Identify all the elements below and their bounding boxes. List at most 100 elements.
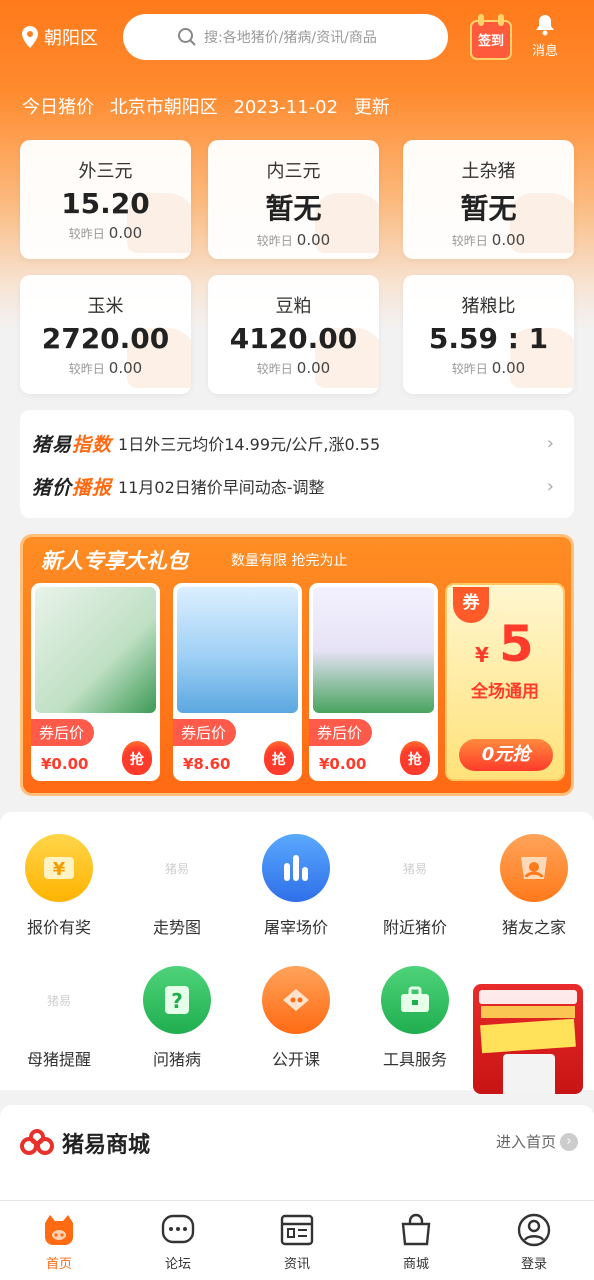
bag-icon xyxy=(401,1213,431,1246)
tab-forum[interactable]: 论坛 xyxy=(138,1213,218,1272)
grab-flame-button[interactable]: 抢 xyxy=(264,741,294,775)
grid-item-label: 工具服务 xyxy=(382,1050,447,1069)
ad-product-bag xyxy=(503,1054,555,1094)
product-price: ¥8.60 xyxy=(183,755,231,773)
play-course-icon xyxy=(262,966,330,1034)
today-region: 北京市朝阳区 xyxy=(109,97,218,118)
change-value: 0.00 xyxy=(491,359,526,377)
grid-item-slaughter-price[interactable]: 屠宰场价 xyxy=(237,834,355,938)
price-name: 内三元 xyxy=(266,161,321,182)
change-value: 0.00 xyxy=(296,231,331,249)
grid-item-label: 走势图 xyxy=(152,918,201,937)
grid-item-label: 公开课 xyxy=(271,1050,320,1069)
grid-item-sow-reminder[interactable]: 猪易 母猪提醒 xyxy=(0,966,118,1070)
price-change: 较昨日 0.00 xyxy=(208,359,379,377)
tab-label: 论坛 xyxy=(164,1257,191,1272)
tab-mall[interactable]: 商城 xyxy=(376,1213,456,1272)
bottom-tab-bar: 首页 论坛 资讯 商城 登录 xyxy=(0,1200,594,1280)
promo-title: 新人专享大礼包 xyxy=(41,549,188,573)
news-item-index[interactable]: 猪易指数 1日外三元均价14.99元/公斤,涨0.55 › xyxy=(32,428,562,458)
change-label: 较昨日 xyxy=(451,234,488,248)
after-coupon-label: 券后价 xyxy=(173,719,237,746)
today-price-header: 今日猪价 北京市朝阳区 2023-11-02 更新 xyxy=(22,93,400,119)
grid-item-label: 母猪提醒 xyxy=(26,1050,91,1069)
placeholder-text: 猪易 xyxy=(46,993,71,1008)
grid-item-open-course[interactable]: 公开课 xyxy=(237,966,355,1070)
grid-item-ask-disease[interactable]: ? 问猪病 xyxy=(118,966,236,1070)
news-item-broadcast[interactable]: 猪价播报 11月02日猪价早间动态-调整 › xyxy=(32,471,562,501)
ad-price-badge xyxy=(480,1018,576,1054)
tab-label: 商城 xyxy=(402,1257,429,1272)
promo-subtitle: 数量有限 抢完为止 xyxy=(231,553,348,569)
price-name: 玉米 xyxy=(87,296,124,317)
placeholder-text: 猪易 xyxy=(164,861,189,876)
news-tag-b: 播报 xyxy=(72,476,113,499)
change-label: 较昨日 xyxy=(68,362,105,376)
coupon-tag: 券 xyxy=(453,587,489,623)
signin-button[interactable]: 签到 xyxy=(470,14,512,60)
change-label: 较昨日 xyxy=(256,362,293,376)
chat-icon xyxy=(161,1214,195,1244)
floating-ad[interactable] xyxy=(473,984,583,1094)
price-card[interactable]: 土杂猪 暂无 较昨日 0.00 xyxy=(403,140,574,259)
product-image xyxy=(313,587,434,713)
price-card[interactable]: 豆粕 4120.00 较昨日 0.00 xyxy=(208,275,379,394)
message-button[interactable]: 消息 xyxy=(528,14,562,59)
price-name: 外三元 xyxy=(78,161,133,182)
mall-enter-label: 进入首页 xyxy=(495,1133,556,1151)
toolbox-icon xyxy=(381,966,449,1034)
placeholder-logo-icon: 猪易 xyxy=(381,834,449,902)
grid-item-tool-service[interactable]: 工具服务 xyxy=(356,966,474,1070)
grid-item-quote-reward[interactable]: ¥ 报价有奖 xyxy=(0,834,118,938)
promo-product[interactable]: 券后价 ¥8.60 抢 xyxy=(173,583,302,781)
chevron-right-icon: › xyxy=(546,475,554,497)
zero-yuan-grab-button[interactable]: 0元抢 xyxy=(459,739,553,771)
location-selector[interactable]: 朝阳区 xyxy=(22,24,98,50)
placeholder-text: 猪易 xyxy=(402,861,427,876)
today-date: 2023-11-02 xyxy=(233,97,339,118)
price-card[interactable]: 外三元 15.20 较昨日 0.00 xyxy=(20,140,191,259)
price-card[interactable]: 内三元 暂无 较昨日 0.00 xyxy=(208,140,379,259)
price-value: 暂无 xyxy=(460,192,517,225)
price-card[interactable]: 猪粮比 5.59 : 1 较昨日 0.00 xyxy=(403,275,574,394)
coupon-card[interactable]: 券 ¥ 5 全场通用 0元抢 xyxy=(445,583,565,781)
grid-item-label: 屠宰场价 xyxy=(263,918,328,937)
grid-item-nearby-price[interactable]: 猪易 附近猪价 xyxy=(356,834,474,938)
change-value: 0.00 xyxy=(296,359,331,377)
home-pig-icon xyxy=(45,1215,73,1245)
calendar-rings xyxy=(478,14,504,26)
location-pin-icon xyxy=(22,26,38,48)
price-card[interactable]: 玉米 2720.00 较昨日 0.00 xyxy=(20,275,191,394)
price-change: 较昨日 0.00 xyxy=(20,359,191,377)
change-label: 较昨日 xyxy=(68,227,105,241)
promo-product[interactable]: 券后价 ¥0.00 抢 xyxy=(309,583,438,781)
price-change: 较昨日 0.00 xyxy=(20,224,191,242)
grab-flame-button[interactable]: 抢 xyxy=(400,741,430,775)
coupon-amount: 5 xyxy=(499,615,534,673)
promo-product[interactable]: 券后价 ¥0.00 抢 xyxy=(31,583,160,781)
tab-login[interactable]: 登录 xyxy=(494,1213,574,1272)
search-icon xyxy=(178,28,196,46)
grid-item-pig-friends[interactable]: 猪友之家 xyxy=(475,834,593,938)
grid-item-label: 猪友之家 xyxy=(501,918,566,937)
signin-label: 签到 xyxy=(477,34,504,49)
tab-home[interactable]: 首页 xyxy=(19,1213,99,1272)
message-label: 消息 xyxy=(531,44,558,59)
ad-tagline-strip xyxy=(481,1006,575,1018)
placeholder-logo-icon: 猪易 xyxy=(25,966,93,1034)
news-tag-a: 猪易 xyxy=(32,433,73,456)
svg-text:?: ? xyxy=(171,989,183,1013)
price-value: 暂无 xyxy=(265,192,322,225)
grab-flame-button[interactable]: 抢 xyxy=(122,741,152,775)
chevron-right-icon: › xyxy=(560,1132,578,1151)
yen-tag-icon: ¥ xyxy=(25,834,93,902)
today-suffix: 更新 xyxy=(353,97,390,118)
search-input[interactable]: 搜:各地猪价/猪病/资讯/商品 xyxy=(123,14,448,60)
mall-section: 猪易商城 进入首页 › xyxy=(0,1105,594,1205)
mall-enter-link[interactable]: 进入首页 › xyxy=(496,1131,578,1152)
price-name: 猪粮比 xyxy=(461,296,516,317)
tab-news[interactable]: 资讯 xyxy=(257,1213,337,1272)
newcomer-gift-banner[interactable]: 新人专享大礼包 数量有限 抢完为止 券后价 ¥0.00 抢 券后价 ¥8.60 … xyxy=(20,534,574,796)
grid-item-trend-chart[interactable]: 猪易 走势图 xyxy=(118,834,236,938)
product-image xyxy=(177,587,298,713)
